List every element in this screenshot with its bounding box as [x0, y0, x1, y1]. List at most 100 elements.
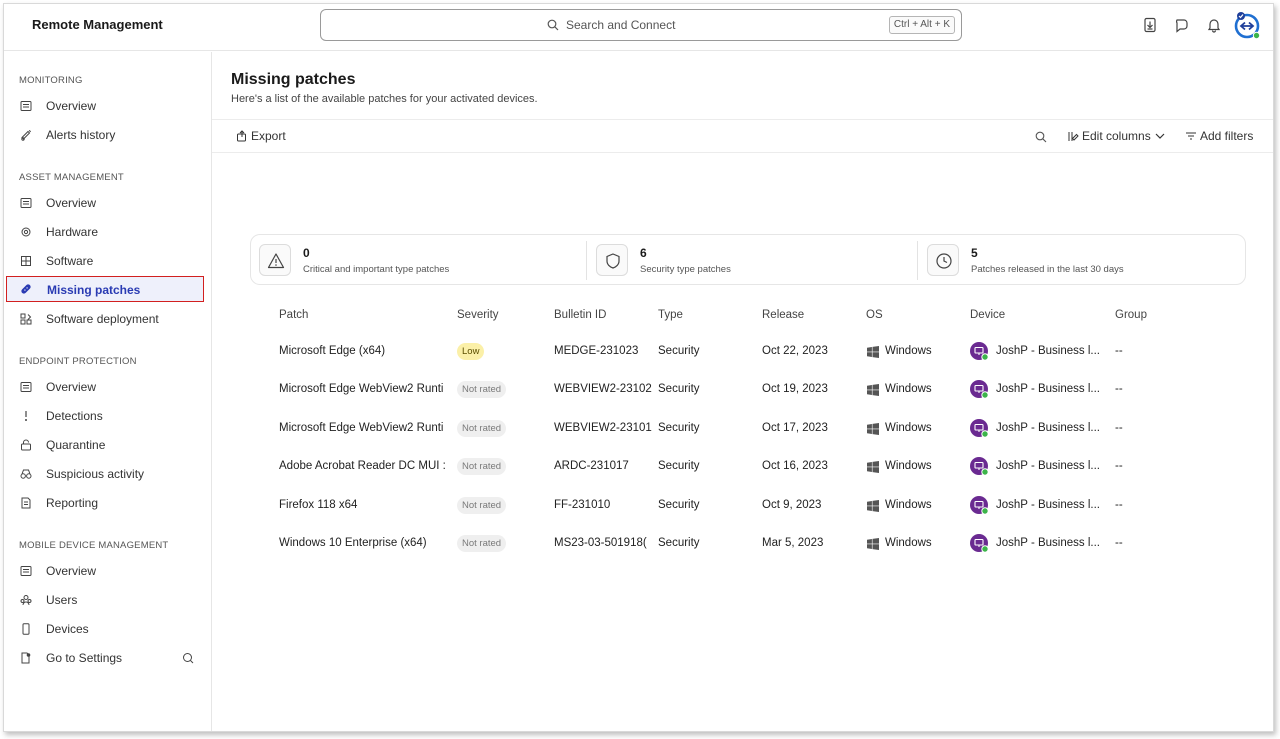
column-header-patch[interactable]: Patch — [279, 309, 308, 321]
cell-device[interactable]: JoshP - Business l... — [996, 383, 1102, 395]
sidebar-item-label: Overview — [46, 564, 97, 578]
cell-group: -- — [1115, 345, 1123, 357]
sidebar-item-label: Hardware — [46, 225, 99, 239]
severity-badge: Not rated — [457, 381, 507, 398]
filter-icon — [1186, 132, 1196, 140]
sidebar-item-devices[interactable]: Devices — [6, 616, 204, 642]
table-row[interactable]: Microsoft Edge WebView2 Runti Not rated … — [212, 372, 1273, 410]
grid-icon — [21, 256, 31, 266]
sidebar-item-suspicious-activity[interactable]: Suspicious activity — [6, 461, 204, 487]
edit-columns-button[interactable]: Edit columns — [1067, 129, 1168, 143]
warning-icon — [267, 253, 285, 269]
windows-icon — [867, 423, 879, 435]
sidebar-item-detections[interactable]: Detections — [6, 403, 204, 429]
windows-icon — [867, 346, 879, 358]
export-button[interactable]: Export — [236, 129, 286, 143]
summary-label: Patches released in the last 30 days — [971, 264, 1124, 275]
cell-device[interactable]: JoshP - Business l... — [996, 422, 1102, 434]
sidebar-item-missing-patches[interactable]: Missing patches — [6, 276, 204, 302]
shield-icon — [606, 253, 620, 269]
column-header-group[interactable]: Group — [1115, 309, 1147, 321]
sidebar-item-quarantine[interactable]: Quarantine — [6, 432, 204, 458]
cell-bulletin-id: ARDC-231017 — [554, 460, 629, 472]
table-row[interactable]: Microsoft Edge (x64) Low MEDGE-231023 Se… — [212, 334, 1273, 372]
main-content: Missing patches Here's a list of the ava… — [212, 52, 1273, 731]
column-header-bulletin-id[interactable]: Bulletin ID — [554, 309, 606, 321]
table-row[interactable]: Adobe Acrobat Reader DC MUI : Not rated … — [212, 449, 1273, 487]
cell-device[interactable]: JoshP - Business l... — [996, 537, 1102, 549]
sidebar-item-reporting[interactable]: Reporting — [6, 490, 204, 516]
device-icon — [970, 457, 989, 476]
patch-icon — [21, 284, 31, 294]
chat-icon[interactable] — [1174, 17, 1190, 33]
sidebar-item-label: Alerts history — [46, 128, 116, 142]
warning-icon-box — [259, 244, 291, 276]
table-row[interactable]: Firefox 118 x64 Not rated FF-231010 Secu… — [212, 488, 1273, 526]
sidebar-item-mdm-overview[interactable]: Overview — [6, 558, 204, 584]
report-icon — [21, 497, 31, 509]
cell-type: Security — [658, 422, 700, 434]
binoculars-icon — [20, 469, 32, 479]
sidebar-item-label: Detections — [46, 409, 103, 423]
search-input[interactable]: Search and Connect Ctrl + Alt + K — [320, 9, 962, 41]
dashboard-icon — [20, 198, 32, 208]
deploy-icon — [20, 313, 32, 325]
summary-card-recent: 5 Patches released in the last 30 days — [919, 235, 1245, 286]
sidebar-item-endpoint-overview[interactable]: Overview — [6, 374, 204, 400]
app-title: Remote Management — [32, 17, 163, 32]
column-header-severity[interactable]: Severity — [457, 309, 499, 321]
table-search-icon[interactable] — [1035, 131, 1047, 143]
summary-card-critical: 0 Critical and important type patches — [251, 235, 586, 286]
sidebar-item-software-deployment[interactable]: Software deployment — [6, 306, 204, 332]
sidebar-item-label: Overview — [46, 99, 97, 113]
add-filters-label: Add filters — [1200, 129, 1254, 143]
column-header-release[interactable]: Release — [762, 309, 804, 321]
windows-icon — [867, 384, 879, 396]
download-icon[interactable] — [1142, 17, 1158, 33]
table-header: Patch Severity Bulletin ID Type Release … — [212, 309, 1273, 329]
notification-bell-icon[interactable] — [1206, 17, 1222, 33]
sidebar-item-go-to-settings[interactable]: Go to Settings — [6, 645, 204, 671]
cell-device[interactable]: JoshP - Business l... — [996, 460, 1102, 472]
column-header-type[interactable]: Type — [658, 309, 683, 321]
section-title-asset-management: ASSET MANAGEMENT — [19, 172, 124, 183]
cell-device[interactable]: JoshP - Business l... — [996, 499, 1102, 511]
cell-device[interactable]: JoshP - Business l... — [996, 345, 1102, 357]
cell-type: Security — [658, 460, 700, 472]
cell-type: Security — [658, 345, 700, 357]
cell-type: Security — [658, 383, 700, 395]
sidebar-item-label: Overview — [46, 380, 97, 394]
cell-type: Security — [658, 537, 700, 549]
edit-columns-label: Edit columns — [1082, 129, 1151, 143]
sidebar-item-software[interactable]: Software — [6, 248, 204, 274]
cell-patch: Microsoft Edge WebView2 Runti — [279, 383, 444, 395]
cell-os: Windows — [885, 422, 932, 434]
table-row[interactable]: Microsoft Edge WebView2 Runti Not rated … — [212, 411, 1273, 449]
sidebar-item-label: Quarantine — [46, 438, 106, 452]
windows-icon — [867, 500, 879, 512]
sidebar-item-monitoring-overview[interactable]: Overview — [6, 93, 204, 119]
sidebar-item-hardware[interactable]: Hardware — [6, 219, 204, 245]
column-header-os[interactable]: OS — [866, 309, 883, 321]
sidebar-item-alerts-history[interactable]: Alerts history — [6, 122, 204, 148]
sidebar-item-users[interactable]: Users — [6, 587, 204, 613]
severity-badge: Low — [457, 343, 485, 360]
windows-icon — [867, 461, 879, 473]
section-title-mobile-device-management: MOBILE DEVICE MANAGEMENT — [19, 540, 169, 551]
summary-label: Critical and important type patches — [303, 264, 450, 275]
search-shortcut: Ctrl + Alt + K — [888, 16, 955, 34]
column-header-device[interactable]: Device — [970, 309, 1005, 321]
account-avatar-icon[interactable] — [1232, 10, 1262, 40]
cell-patch: Adobe Acrobat Reader DC MUI : — [279, 460, 446, 472]
add-filters-button[interactable]: Add filters — [1185, 129, 1253, 143]
export-label: Export — [251, 129, 286, 143]
top-bar: Remote Management Search and Connect Ctr… — [4, 4, 1273, 51]
sidebar-item-asset-overview[interactable]: Overview — [6, 190, 204, 216]
chevron-down-icon — [1155, 133, 1165, 139]
device-icon — [970, 419, 989, 438]
export-icon — [237, 130, 246, 142]
cell-os: Windows — [885, 499, 932, 511]
cell-type: Security — [658, 499, 700, 511]
table-row[interactable]: Windows 10 Enterprise (x64) Not rated MS… — [212, 526, 1273, 564]
cell-os: Windows — [885, 345, 932, 357]
